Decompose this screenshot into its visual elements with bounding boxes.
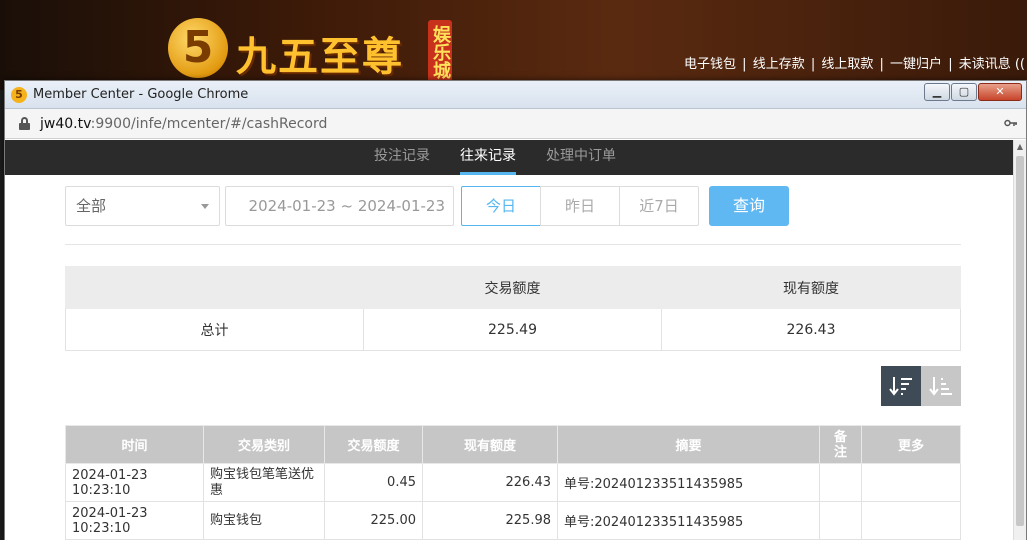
sort-buttons	[881, 366, 961, 406]
table-row: 2024-01-23 10:23:10 购宝钱包笔笔送优惠 0.45 226.4…	[65, 463, 961, 502]
summary-header-blank	[65, 266, 364, 309]
url-host: jw40.tv	[40, 115, 91, 132]
scroll-up-icon[interactable]: ▲	[1014, 140, 1026, 154]
cell-balance: 225.98	[422, 501, 558, 540]
url-text[interactable]: jw40.tv:9900/infe/mcenter/#/cashRecord	[40, 116, 327, 132]
summary-total-label: 总计	[65, 308, 364, 351]
summary-total-amount: 225.49	[363, 308, 662, 351]
cell-remark	[819, 501, 862, 540]
chevron-down-icon	[201, 204, 209, 209]
topnav-messages[interactable]: 未读讯息 ((	[959, 57, 1025, 72]
cell-more[interactable]	[861, 463, 961, 502]
topnav-deposit[interactable]: 线上存款	[753, 57, 805, 72]
cell-balance: 226.43	[422, 463, 558, 502]
minimize-button[interactable]: ▁	[924, 83, 950, 101]
summary-table: 交易额度 现有额度 总计 225.49 226.43	[65, 266, 961, 351]
address-bar[interactable]: jw40.tv:9900/infe/mcenter/#/cashRecord	[5, 109, 1026, 139]
summary-total-row: 总计 225.49 226.43	[65, 308, 961, 351]
col-time: 时间	[65, 425, 204, 464]
today-button[interactable]: 今日	[461, 186, 541, 226]
site-favicon-icon: 5	[11, 86, 27, 103]
date-range-input[interactable]: 2024-01-23 ~ 2024-01-23	[225, 186, 454, 226]
summary-total-balance: 226.43	[661, 308, 961, 351]
last-7-days-button[interactable]: 近7日	[619, 186, 699, 226]
cell-time: 2024-01-23 10:23:10	[65, 501, 204, 540]
cell-more[interactable]	[861, 501, 961, 540]
tab-transaction-records[interactable]: 往来记录	[460, 140, 516, 175]
summary-header-row: 交易额度 现有额度	[65, 266, 961, 309]
summary-header-balance: 现有额度	[661, 266, 961, 309]
col-remark: 备注	[819, 425, 862, 464]
page-content: 投注记录 往来记录 处理中订单 全部 2024-01-23 ~ 2024-01-…	[5, 140, 1015, 540]
col-summary: 摘要	[557, 425, 820, 464]
record-subnav: 投注记录 往来记录 处理中订单	[5, 140, 1015, 175]
filter-bar: 全部 2024-01-23 ~ 2024-01-23 今日 昨日 近7日 查询	[65, 186, 789, 226]
divider	[65, 244, 961, 245]
site-top-nav: 电子钱包 | 线上存款 | 线上取款 | 一键归户 | 未读讯息 ((	[684, 57, 1025, 72]
topnav-one-click[interactable]: 一键归户	[890, 57, 942, 72]
query-button[interactable]: 查询	[709, 186, 789, 226]
sort-descending-icon[interactable]	[881, 366, 921, 406]
col-more: 更多	[861, 425, 961, 464]
tab-bet-records[interactable]: 投注记录	[374, 140, 430, 175]
maximize-button[interactable]: ▢	[951, 83, 977, 101]
key-icon[interactable]	[1004, 117, 1018, 131]
cell-summary: 单号:202401233511435985	[557, 463, 820, 502]
cell-type: 购宝钱包笔笔送优惠	[203, 463, 325, 502]
cell-type: 购宝钱包	[203, 501, 325, 540]
window-controls: ▁ ▢ ✕	[924, 83, 1022, 101]
tab-pending-orders[interactable]: 处理中订单	[546, 140, 616, 175]
cell-summary: 单号:202401233511435985	[557, 501, 820, 540]
vertical-scrollbar[interactable]: ▲	[1013, 140, 1026, 540]
topnav-wallet[interactable]: 电子钱包	[684, 57, 736, 72]
yesterday-button[interactable]: 昨日	[540, 186, 620, 226]
col-amount: 交易额度	[324, 425, 423, 464]
type-select-value: 全部	[76, 197, 107, 215]
col-type: 交易类别	[203, 425, 325, 464]
col-balance: 现有额度	[422, 425, 558, 464]
window-titlebar[interactable]: 5 Member Center - Google Chrome ▁ ▢ ✕	[5, 81, 1026, 109]
chrome-window: 5 Member Center - Google Chrome ▁ ▢ ✕ jw…	[4, 80, 1027, 540]
cell-amount: 0.45	[324, 463, 423, 502]
records-table: 时间 交易类别 交易额度 现有额度 摘要 备注 更多 2024-01-23 10…	[65, 425, 961, 540]
table-row: 2024-01-23 10:23:10 购宝钱包 225.00 225.98 单…	[65, 501, 961, 540]
window-title: Member Center - Google Chrome	[33, 87, 249, 102]
site-logo-text: 九五至尊	[236, 33, 404, 80]
topnav-withdraw[interactable]: 线上取款	[821, 57, 873, 72]
close-button[interactable]: ✕	[978, 83, 1022, 101]
scroll-thumb[interactable]	[1016, 156, 1024, 526]
cell-remark	[819, 463, 862, 502]
summary-header-amount: 交易额度	[363, 266, 662, 309]
background-site-header: 5 九五至尊 娱乐城 电子钱包 | 线上存款 | 线上取款 | 一键归户 | 未…	[0, 0, 1027, 90]
cell-time: 2024-01-23 10:23:10	[65, 463, 204, 502]
lock-icon	[19, 117, 30, 130]
records-header-row: 时间 交易类别 交易额度 现有额度 摘要 备注 更多	[65, 425, 961, 464]
site-logo-badge: 5	[168, 18, 228, 78]
cell-amount: 225.00	[324, 501, 423, 540]
type-select[interactable]: 全部	[65, 186, 220, 226]
sort-ascending-icon[interactable]	[921, 366, 961, 406]
site-logo-tag: 娱乐城	[428, 20, 452, 84]
url-path: :9900/infe/mcenter/#/cashRecord	[90, 115, 328, 132]
